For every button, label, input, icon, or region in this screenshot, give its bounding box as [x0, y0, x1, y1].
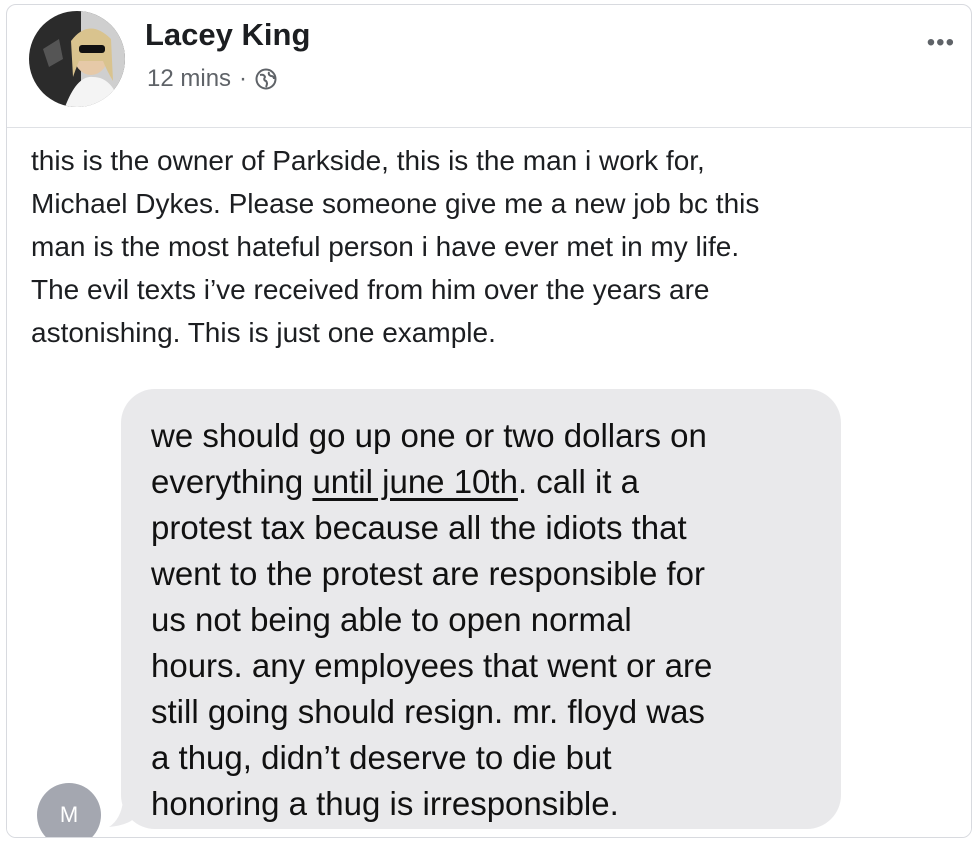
- facebook-post-card: Lacey King 12 mins · ••• this is the own…: [6, 4, 972, 838]
- post-text: this is the owner of Parkside, this is t…: [31, 139, 951, 354]
- message-line: we should go up one or two dollars on: [151, 417, 707, 454]
- message-line: a thug, didn’t deserve to die but: [151, 739, 612, 776]
- author-photo: [29, 11, 125, 107]
- post-text-line: astonishing. This is just one example.: [31, 317, 496, 348]
- meta-separator: ·: [239, 65, 248, 92]
- author-name[interactable]: Lacey King: [145, 17, 310, 53]
- message-line: us not being able to open normal: [151, 601, 632, 638]
- bubble-tail: [109, 801, 137, 827]
- message-line: hours. any employees that went or are: [151, 647, 713, 684]
- post-text-line: The evil texts i’ve received from him ov…: [31, 274, 710, 305]
- message-line: everything until june 10th. call it a: [151, 459, 813, 505]
- sender-avatar: M: [37, 783, 101, 837]
- post-meta: 12 mins ·: [147, 65, 277, 93]
- post-time[interactable]: 12 mins: [147, 65, 231, 93]
- globe-icon[interactable]: [255, 68, 277, 90]
- message-line: went to the protest are responsible for: [151, 555, 705, 592]
- author-avatar[interactable]: [29, 11, 125, 107]
- message-line: protest tax because all the idiots that: [151, 509, 687, 546]
- message-bubble: we should go up one or two dollars on ev…: [121, 389, 841, 829]
- header-divider: [7, 127, 971, 128]
- message-line: still going should resign. mr. floyd was: [151, 693, 705, 730]
- post-text-line: Michael Dykes. Please someone give me a …: [31, 188, 760, 219]
- message-text: everything: [151, 463, 313, 500]
- text-message-screenshot[interactable]: we should go up one or two dollars on ev…: [7, 379, 971, 837]
- message-text: . call it a: [517, 463, 639, 500]
- post-header: Lacey King 12 mins · •••: [7, 5, 971, 127]
- message-line: honoring a thug is irresponsible.: [151, 785, 619, 822]
- more-dots-icon[interactable]: •••: [927, 29, 955, 57]
- post-text-line: man is the most hateful person i have ev…: [31, 231, 740, 262]
- post-text-line: this is the owner of Parkside, this is t…: [31, 145, 705, 176]
- date-link[interactable]: until june 10th: [312, 463, 518, 500]
